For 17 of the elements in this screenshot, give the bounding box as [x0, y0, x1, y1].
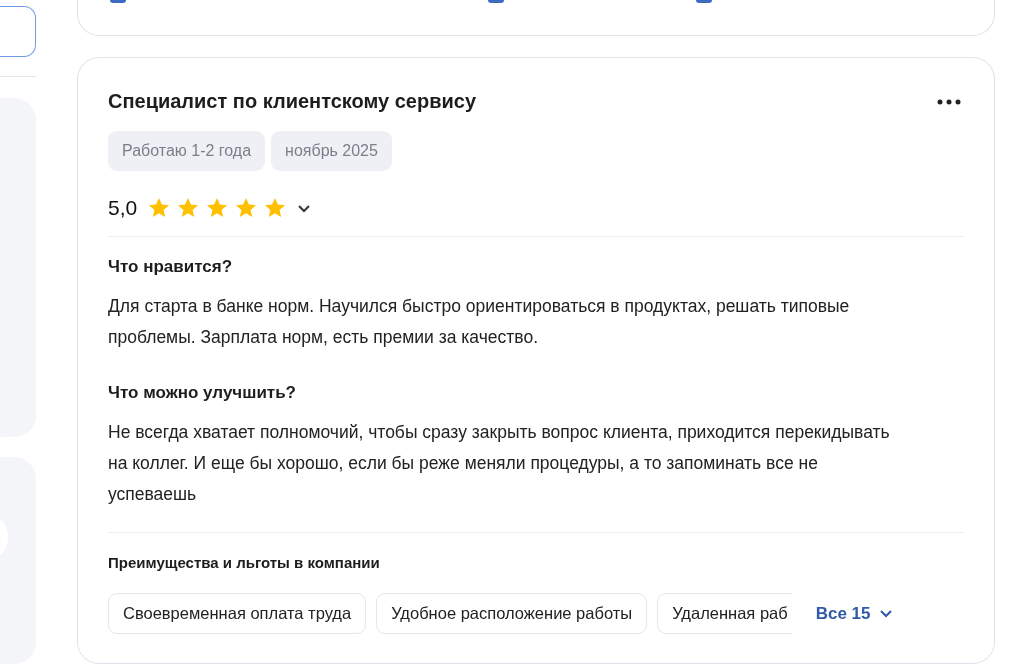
review-text: Не всегда хватает полномочий, чтобы сразу закрыть вопрос клиента, приходится перекидывать на коллег. И еще бы хорошо, если бы реже меняли процедуры, а то запоминать все не успеваешь — [108, 421, 891, 507]
benefit-chip: Удаленная раб — [657, 593, 792, 635]
tag: Работаю 1-2 года — [108, 131, 266, 172]
more-icon — [937, 98, 961, 105]
review-text: Для старта в банке норм. Научился быстро ориентироваться в продуктах, решать типовые проблемы. Зарплата норм, есть премии за качество. — [108, 295, 851, 350]
section-heading: Преимущества и льготы в компании — [108, 554, 381, 572]
section-heading: Что можно улучшить? — [108, 383, 297, 404]
chevron-down-icon — [878, 609, 893, 619]
show-all-button[interactable]: Все 15 — [815, 603, 893, 624]
review-title: Специалист по клиентскому сервису — [108, 90, 476, 114]
tag: ноябрь 2025 — [271, 131, 392, 172]
input-field[interactable] — [0, 6, 36, 58]
section-heading: Что нравится? — [108, 257, 234, 278]
benefit-chip: Удобное расположение работы — [376, 593, 648, 635]
benefit-chip: Своевременная оплата труда — [108, 593, 367, 635]
rating-value: 5,0 — [108, 196, 138, 221]
chevron-down-icon — [297, 203, 312, 213]
